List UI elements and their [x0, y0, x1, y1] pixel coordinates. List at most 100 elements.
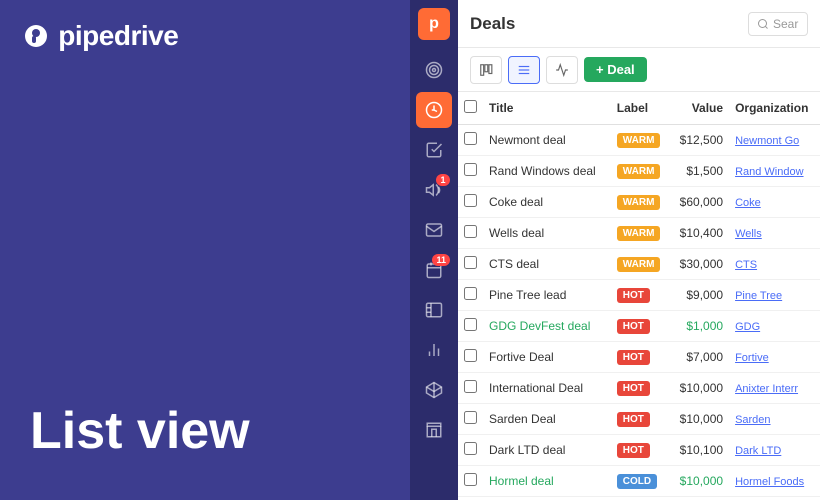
sidebar-item-target[interactable] — [416, 52, 452, 88]
sidebar-item-box[interactable] — [416, 372, 452, 408]
sidebar-item-store[interactable] — [416, 412, 452, 448]
search-box[interactable]: Sear — [748, 12, 808, 36]
deal-label-badge: HOT — [617, 443, 650, 458]
table-header-row: Title Label Value Organization — [458, 92, 820, 125]
sidebar-item-megaphone[interactable]: 1 — [416, 172, 452, 208]
row-checkbox[interactable] — [464, 194, 477, 207]
select-all-checkbox[interactable] — [464, 100, 477, 113]
logo: pipedrive — [25, 20, 178, 52]
deal-title-link[interactable]: International Deal — [489, 381, 583, 395]
row-checkbox[interactable] — [464, 163, 477, 176]
search-placeholder: Sear — [773, 17, 798, 31]
deal-title-link[interactable]: Coke deal — [489, 195, 543, 209]
table-row: Pine Tree lead HOT $9,000 Pine Tree — [458, 280, 820, 311]
deal-title-link[interactable]: Hormel deal — [489, 474, 554, 488]
sidebar-item-calendar[interactable]: 11 — [416, 252, 452, 288]
deal-title-link[interactable]: Wells deal — [489, 226, 544, 240]
deal-title-cell: Newmont deal — [483, 125, 611, 156]
list-icon — [517, 63, 531, 77]
deal-title-link[interactable]: Sarden Deal — [489, 412, 556, 426]
row-checkbox[interactable] — [464, 442, 477, 455]
deal-org-link[interactable]: Coke — [735, 197, 761, 209]
sidebar-item-chart[interactable] — [416, 332, 452, 368]
row-checkbox[interactable] — [464, 411, 477, 424]
deal-label-cell: HOT — [611, 311, 670, 342]
sidebar-item-contacts[interactable] — [416, 292, 452, 328]
sidebar-item-todo[interactable] — [416, 132, 452, 168]
row-checkbox-cell — [458, 466, 483, 497]
deal-org-link[interactable]: GDG — [735, 321, 760, 333]
deal-label-badge: HOT — [617, 381, 650, 396]
row-checkbox-cell — [458, 404, 483, 435]
deal-value-cell: $10,400 — [670, 218, 729, 249]
deal-org-link[interactable]: CTS — [735, 259, 757, 271]
deal-label-cell: HOT — [611, 435, 670, 466]
deal-title-link[interactable]: Fortive Deal — [489, 350, 554, 364]
page-title: Deals — [470, 14, 740, 34]
forecast-view-btn[interactable] — [546, 56, 578, 84]
deal-org-cell: Sarden — [729, 404, 820, 435]
deal-value-cell: $9,000 — [670, 280, 729, 311]
deal-org-cell: Pine Tree — [729, 280, 820, 311]
deal-title-link[interactable]: Dark LTD deal — [489, 443, 565, 457]
deal-org-link[interactable]: Newmont Go — [735, 135, 799, 147]
table-row: Sarden Deal HOT $10,000 Sarden — [458, 404, 820, 435]
deal-title-cell: International Deal — [483, 373, 611, 404]
row-checkbox[interactable] — [464, 318, 477, 331]
deal-label-badge: COLD — [617, 474, 657, 489]
deal-org-cell: Hormel Foods — [729, 466, 820, 497]
header-label-col[interactable]: Label — [611, 92, 670, 125]
table-row: International Deal HOT $10,000 Anixter I… — [458, 373, 820, 404]
table-row: Newmont deal WARM $12,500 Newmont Go — [458, 125, 820, 156]
deal-label-badge: WARM — [617, 133, 661, 148]
list-view-btn[interactable] — [508, 56, 540, 84]
deal-title-link[interactable]: Pine Tree lead — [489, 288, 566, 302]
deal-title-link[interactable]: CTS deal — [489, 257, 539, 271]
deal-label-badge: WARM — [617, 164, 661, 179]
row-checkbox[interactable] — [464, 287, 477, 300]
row-checkbox[interactable] — [464, 473, 477, 486]
row-checkbox[interactable] — [464, 349, 477, 362]
deal-org-cell: GDG — [729, 311, 820, 342]
deal-org-link[interactable]: Pine Tree — [735, 290, 782, 302]
deal-org-cell: Anixter Interr — [729, 373, 820, 404]
deal-label-cell: WARM — [611, 187, 670, 218]
deal-org-link[interactable]: Wells — [735, 228, 762, 240]
table-row: Dark LTD deal HOT $10,100 Dark LTD — [458, 435, 820, 466]
row-checkbox[interactable] — [464, 256, 477, 269]
right-panel: p 1 11 — [410, 0, 820, 500]
row-checkbox[interactable] — [464, 380, 477, 393]
pipeline-view-btn[interactable] — [470, 56, 502, 84]
deal-label-cell: HOT — [611, 342, 670, 373]
table-row: Fortive Deal HOT $7,000 Fortive — [458, 342, 820, 373]
deal-title-cell: Dark LTD deal — [483, 435, 611, 466]
deal-org-link[interactable]: Dark LTD — [735, 445, 781, 457]
table-row: GDG DevFest deal HOT $1,000 GDG — [458, 311, 820, 342]
deal-value-cell: $5,500 — [670, 497, 729, 500]
deal-title-link[interactable]: GDG DevFest deal — [489, 319, 590, 333]
deal-title-link[interactable]: Newmont deal — [489, 133, 566, 147]
sidebar-logo[interactable]: p — [418, 8, 450, 40]
deal-org-link[interactable]: Fortive — [735, 352, 769, 364]
header-value-col[interactable]: Value — [670, 92, 729, 125]
sidebar-item-email[interactable] — [416, 212, 452, 248]
deal-title-cell: Wells deal — [483, 218, 611, 249]
deal-org-link[interactable]: Rand Window — [735, 166, 803, 178]
deal-title-link[interactable]: Rand Windows deal — [489, 164, 596, 178]
row-checkbox-cell — [458, 187, 483, 218]
deal-org-link[interactable]: Hormel Foods — [735, 476, 804, 488]
deal-label-cell: COLD — [611, 497, 670, 500]
deal-label-badge: WARM — [617, 195, 661, 210]
header-org-col[interactable]: Organization — [729, 92, 820, 125]
deal-label-cell: COLD — [611, 466, 670, 497]
sidebar-item-deals[interactable] — [416, 92, 452, 128]
main-content: Deals Sear + Deal — [458, 0, 820, 500]
row-checkbox[interactable] — [464, 132, 477, 145]
header-title-col[interactable]: Title — [483, 92, 611, 125]
row-checkbox[interactable] — [464, 225, 477, 238]
add-deal-button[interactable]: + Deal — [584, 57, 647, 82]
row-checkbox-cell — [458, 218, 483, 249]
deals-table-container: Title Label Value Organization Newmont d… — [458, 92, 820, 500]
deal-org-link[interactable]: Anixter Interr — [735, 383, 798, 395]
deal-org-link[interactable]: Sarden — [735, 414, 770, 426]
